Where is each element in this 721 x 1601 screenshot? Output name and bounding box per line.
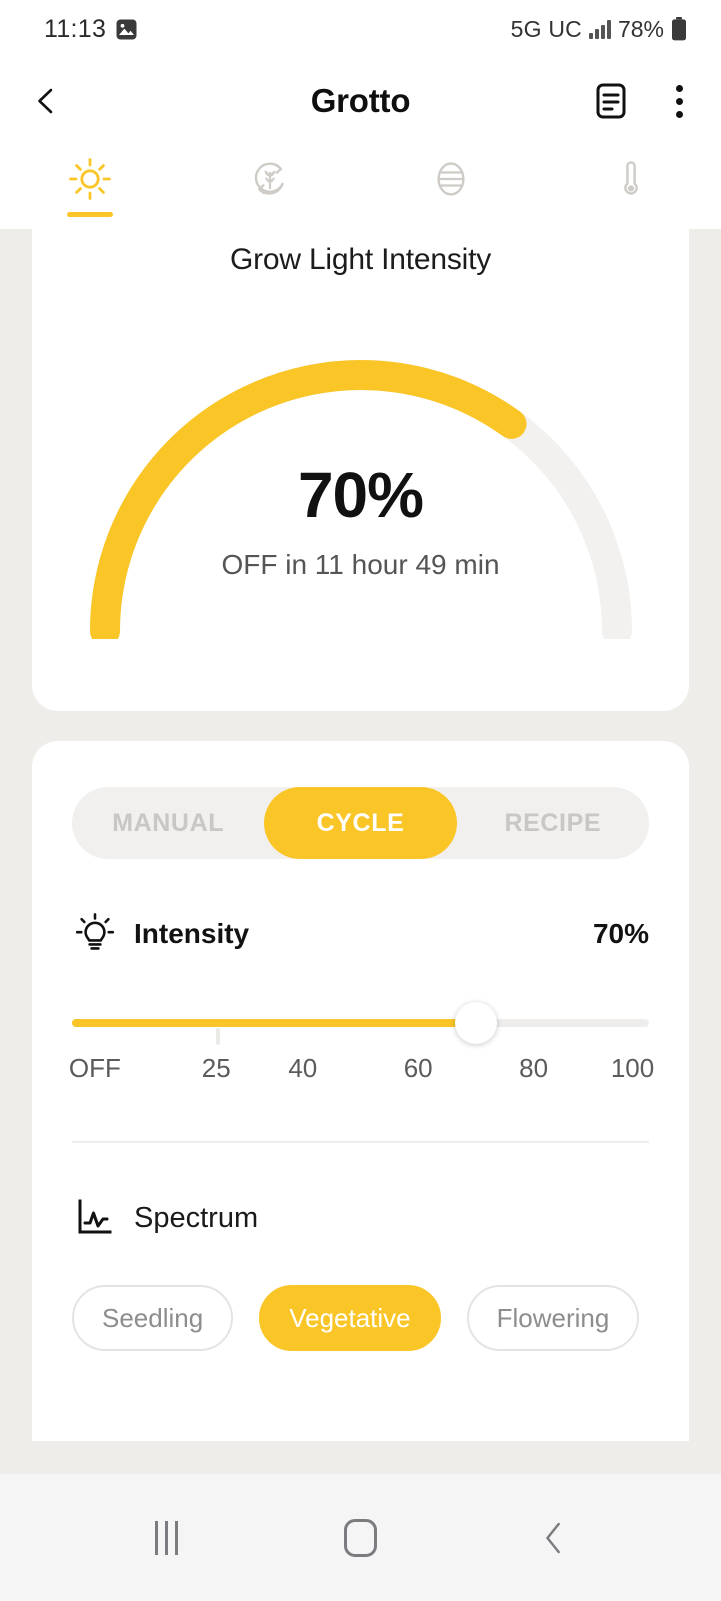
- slider-tick-labels: OFF 25 40 60 80 100: [68, 1053, 654, 1093]
- intensity-slider[interactable]: OFF 25 40 60 80 100: [68, 1002, 654, 1093]
- gauge-subtitle: OFF in 11 hour 49 min: [221, 549, 500, 580]
- nav-back-icon: [546, 1522, 561, 1553]
- slider-fill: [72, 1019, 476, 1027]
- tab-light[interactable]: [0, 144, 180, 229]
- photo-icon: [116, 19, 137, 40]
- tab-humidity[interactable]: [361, 144, 541, 229]
- humidity-oval-icon: [437, 162, 465, 196]
- gauge-value: 70%: [297, 459, 424, 531]
- slider-track[interactable]: [72, 1002, 649, 1045]
- chevron-left-icon: [38, 88, 53, 114]
- nav-back-button[interactable]: [509, 1498, 599, 1578]
- slider-label-40: 40: [288, 1053, 318, 1083]
- tab-active-underline: [67, 212, 114, 217]
- leaf-refresh-icon: [255, 162, 285, 195]
- phone-screen: 11:13 5G UC 78% Grotto Grow Light Intens…: [0, 0, 721, 1601]
- gauge-readout: 70% OFF in 11 hour 49 min: [81, 463, 641, 581]
- spectrum-chart-icon: [72, 1195, 118, 1241]
- slider-label-80: 80: [519, 1053, 549, 1083]
- android-nav-bar: [0, 1474, 721, 1601]
- back-button[interactable]: [24, 78, 70, 124]
- spectrum-chip-flowering[interactable]: Flowering: [466, 1285, 640, 1351]
- kebab-menu-icon: [675, 84, 683, 118]
- grow-light-gauge-card: Grow Light Intensity 70% OFF in 11 hour …: [32, 229, 689, 711]
- intensity-row: Intensity 70%: [72, 911, 649, 957]
- tab-strip: [0, 144, 721, 229]
- mode-segmented-control: MANUAL CYCLE RECIPE: [72, 787, 649, 859]
- status-bar-left: 11:13: [44, 15, 137, 44]
- status-bar-right: 5G UC 78%: [511, 16, 687, 43]
- intensity-gauge: 70% OFF in 11 hour 49 min: [81, 339, 641, 639]
- intensity-value: 70%: [592, 918, 649, 949]
- tab-recirculation[interactable]: [180, 144, 360, 229]
- recents-button[interactable]: [122, 1498, 212, 1578]
- spectrum-chip-group: Seedling Vegetative Flowering: [72, 1285, 649, 1351]
- header-actions: [591, 79, 699, 123]
- tab-temperature[interactable]: [541, 144, 721, 229]
- spectrum-chip-vegetative[interactable]: Vegetative: [259, 1285, 441, 1351]
- section-divider: [72, 1141, 649, 1143]
- notes-button[interactable]: [591, 79, 631, 123]
- slider-tick-25: [216, 1028, 221, 1045]
- slider-thumb[interactable]: [454, 1002, 497, 1044]
- sun-icon: [69, 158, 112, 200]
- slider-label-100: 100: [610, 1053, 655, 1083]
- recents-icon: [155, 1520, 179, 1555]
- mode-manual-button[interactable]: MANUAL: [72, 787, 264, 859]
- light-control-card: MANUAL CYCLE RECIPE Intensity 70% OFF 25…: [32, 741, 689, 1441]
- status-bar: 11:13 5G UC 78%: [0, 0, 721, 58]
- spectrum-label: Spectrum: [134, 1201, 259, 1234]
- notes-icon: [596, 83, 626, 119]
- thermometer-icon: [624, 161, 638, 195]
- mode-recipe-button[interactable]: RECIPE: [457, 787, 649, 859]
- spectrum-row: Spectrum: [72, 1195, 649, 1241]
- slider-label-25: 25: [201, 1053, 231, 1083]
- home-button[interactable]: [315, 1498, 405, 1578]
- battery-percent: 78%: [617, 15, 664, 42]
- spectrum-chip-seedling[interactable]: Seedling: [72, 1285, 234, 1351]
- home-icon: [343, 1518, 377, 1557]
- battery-icon: [671, 17, 687, 41]
- gauge-title: Grow Light Intensity: [229, 243, 492, 276]
- light-bulb-icon: [72, 911, 118, 957]
- app-header: Grotto: [0, 58, 721, 144]
- scroll-content[interactable]: Grow Light Intensity 70% OFF in 11 hour …: [0, 229, 721, 1474]
- slider-label-60: 60: [403, 1053, 433, 1083]
- status-time: 11:13: [44, 14, 107, 43]
- mode-cycle-button[interactable]: CYCLE: [264, 787, 457, 859]
- network-label: 5G UC: [510, 15, 582, 42]
- card-spacer: [0, 711, 721, 741]
- more-options-button[interactable]: [659, 79, 699, 123]
- intensity-label: Intensity: [134, 918, 250, 949]
- signal-bars-icon: [588, 19, 611, 39]
- slider-label-off: OFF: [68, 1053, 121, 1083]
